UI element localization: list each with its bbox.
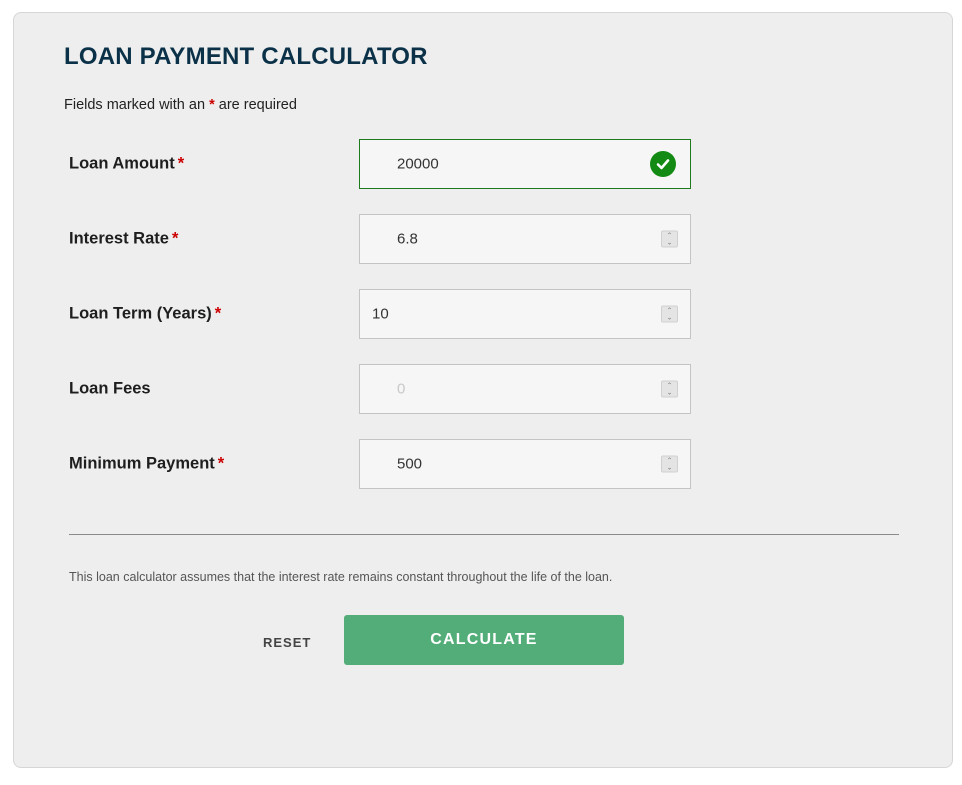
spinner-down-icon: ⌄ (666, 314, 673, 321)
spinner-down-icon: ⌄ (666, 464, 673, 471)
loan-term-value: 10 (372, 305, 389, 323)
interest-rate-value: 6.8 (397, 230, 418, 248)
required-note-suffix: are required (218, 97, 297, 113)
calculate-button[interactable]: CALCULATE (344, 615, 624, 665)
spinner-up-icon: ⌃ (666, 382, 673, 389)
spinner-down-icon: ⌄ (666, 389, 673, 396)
valid-check-icon (650, 151, 676, 177)
interest-rate-label: Interest Rate * (69, 229, 179, 248)
loan-amount-label: Loan Amount * (69, 154, 185, 173)
minimum-payment-input[interactable]: 500 ⌃ ⌄ (359, 439, 691, 489)
loan-term-input[interactable]: 10 ⌃ ⌄ (359, 289, 691, 339)
loan-term-spinner[interactable]: ⌃ ⌄ (661, 305, 678, 323)
required-asterisk: * (209, 97, 215, 113)
required-note: Fields marked with an * are required (64, 97, 297, 113)
loan-amount-row: Loan Amount * 20000 (69, 139, 699, 189)
loan-fees-spinner[interactable]: ⌃ ⌄ (661, 380, 678, 398)
loan-term-row: Loan Term (Years) * 10 ⌃ ⌄ (69, 289, 699, 339)
minimum-payment-value: 500 (397, 455, 423, 473)
loan-term-label: Loan Term (Years) * (69, 304, 222, 323)
calculator-card: LOAN PAYMENT CALCULATOR Fields marked wi… (13, 12, 953, 768)
loan-amount-value: 20000 (397, 155, 439, 173)
reset-button[interactable]: RESET (263, 635, 311, 650)
interest-rate-spinner[interactable]: ⌃ ⌄ (661, 230, 678, 248)
loan-fees-label: Loan Fees (69, 379, 151, 398)
loan-amount-input[interactable]: 20000 (359, 139, 691, 189)
spinner-up-icon: ⌃ (666, 457, 673, 464)
spinner-up-icon: ⌃ (666, 232, 673, 239)
page-title: LOAN PAYMENT CALCULATOR (64, 43, 428, 70)
loan-fees-placeholder: 0 (397, 380, 406, 398)
spinner-down-icon: ⌄ (666, 239, 673, 246)
loan-fees-input[interactable]: 0 ⌃ ⌄ (359, 364, 691, 414)
minimum-payment-row: Minimum Payment * 500 ⌃ ⌄ (69, 439, 699, 489)
interest-rate-row: Interest Rate * 6.8 ⌃ ⌄ (69, 214, 699, 264)
minimum-payment-label: Minimum Payment * (69, 454, 225, 473)
loan-fees-row: Loan Fees 0 ⌃ ⌄ (69, 364, 699, 414)
divider (69, 534, 899, 535)
interest-rate-input[interactable]: 6.8 ⌃ ⌄ (359, 214, 691, 264)
disclaimer-text: This loan calculator assumes that the in… (69, 570, 613, 584)
minimum-payment-spinner[interactable]: ⌃ ⌄ (661, 455, 678, 473)
spinner-up-icon: ⌃ (666, 307, 673, 314)
required-note-prefix: Fields marked with an (64, 97, 206, 113)
